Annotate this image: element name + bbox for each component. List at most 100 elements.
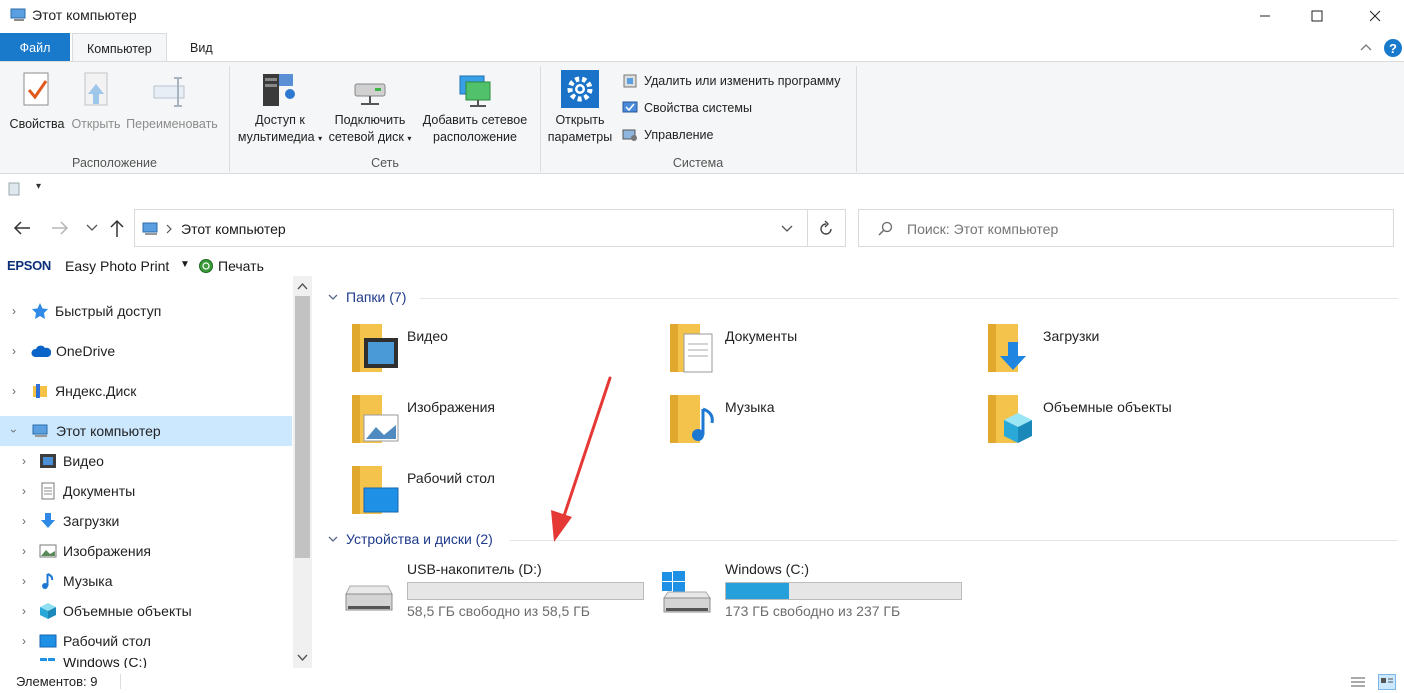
address-path[interactable]: Этот компьютер xyxy=(181,221,286,237)
expand-chevron-icon[interactable]: › xyxy=(17,514,31,528)
nav-label: Объемные объекты xyxy=(63,603,192,619)
help-icon[interactable]: ? xyxy=(1384,39,1402,57)
back-arrow-icon[interactable] xyxy=(12,220,32,236)
scroll-up-icon[interactable] xyxy=(297,282,308,290)
devices-header-label: Устройства и диски (2) xyxy=(346,531,493,547)
expand-chevron-icon[interactable]: › xyxy=(17,454,31,468)
expand-chevron-icon[interactable]: › xyxy=(17,634,31,648)
map-network-drive-button[interactable]: Подключить сетевой диск ▾ xyxy=(328,70,412,147)
easy-photo-print-dropdown-icon[interactable]: ▼ xyxy=(180,259,190,270)
maximize-button[interactable] xyxy=(1294,0,1340,31)
easy-photo-print-button[interactable]: Easy Photo Print xyxy=(65,258,169,274)
nav-child-downloads[interactable]: › Загрузки xyxy=(0,506,292,536)
search-box[interactable] xyxy=(858,209,1394,247)
nav-child-music[interactable]: › Музыка xyxy=(0,566,292,596)
forward-arrow-icon[interactable] xyxy=(50,220,70,236)
up-arrow-icon[interactable] xyxy=(108,218,126,238)
tab-file[interactable]: Файл xyxy=(0,33,70,62)
item-count: Элементов: 9 xyxy=(16,674,98,689)
add-network-location-button[interactable]: Добавить сетевое расположение xyxy=(416,70,534,146)
media-access-button[interactable]: Доступ к мультимедиа ▾ xyxy=(234,70,326,147)
search-input[interactable] xyxy=(907,219,1377,239)
expand-chevron-icon[interactable]: › xyxy=(17,544,31,558)
yandex-disk-folder-icon xyxy=(33,384,47,398)
ribbon-tabs: Файл Компьютер Вид ? xyxy=(0,33,1404,63)
documents-folder-icon xyxy=(670,324,713,373)
add-location-label-1: Добавить сетевое xyxy=(422,113,528,127)
pictures-folder-icon xyxy=(352,395,399,443)
expand-chevron-icon[interactable]: › xyxy=(7,344,21,358)
drive-tile-usb-d[interactable]: USB-накопитель (D:) 58,5 ГБ свободно из … xyxy=(342,558,652,622)
windows-drive-icon xyxy=(40,658,55,661)
section-collapse-icon[interactable] xyxy=(328,535,338,543)
nav-label: Windows (C:) xyxy=(63,658,148,668)
annotation-arrow xyxy=(551,376,612,542)
details-view-icon[interactable] xyxy=(1350,676,1366,688)
drive-free-space: 58,5 ГБ свободно из 58,5 ГБ xyxy=(407,603,590,619)
nav-yandex-disk[interactable]: › Яндекс.Диск xyxy=(0,376,292,406)
nav-child-video[interactable]: › Видео xyxy=(0,446,292,476)
nav-child-desktop[interactable]: › Рабочий стол xyxy=(0,626,292,656)
folders-section-header[interactable]: Папки (7) xyxy=(328,289,406,305)
dropdown-caret-icon: ▾ xyxy=(318,134,323,143)
downloads-folder-icon xyxy=(988,324,1026,372)
expand-chevron-icon[interactable]: › xyxy=(17,574,31,588)
settings-label-1: Открыть xyxy=(555,113,605,127)
print-button[interactable]: Печать xyxy=(218,258,264,274)
folder-tile-documents[interactable]: Документы xyxy=(668,320,968,378)
qat-customize-icon[interactable]: ▾ xyxy=(36,181,41,192)
manage-button[interactable]: Управление xyxy=(622,127,714,143)
rename-label: Переименовать xyxy=(126,117,218,131)
rename-button[interactable]: Переименовать xyxy=(124,70,220,133)
nav-child-3d-objects[interactable]: › Объемные объекты xyxy=(0,596,292,626)
properties-button[interactable]: Свойства xyxy=(8,70,66,133)
manage-icon xyxy=(622,129,637,141)
address-bar[interactable]: Этот компьютер xyxy=(134,209,846,247)
tiles-view-icon[interactable] xyxy=(1378,674,1396,690)
qat-properties-icon[interactable] xyxy=(8,182,20,196)
tab-view[interactable]: Вид xyxy=(176,33,227,62)
manage-label: Управление xyxy=(644,128,714,142)
expand-chevron-icon[interactable]: › xyxy=(7,384,21,398)
downloads-arrow-icon xyxy=(41,513,55,528)
drive-name: USB-накопитель (D:) xyxy=(407,561,542,577)
network-drive-icon xyxy=(354,83,386,105)
close-button[interactable] xyxy=(1352,0,1398,31)
collapse-ribbon-icon[interactable] xyxy=(1360,43,1372,51)
nav-this-pc[interactable]: › Этот компьютер xyxy=(0,416,292,446)
nav-child-windows-c[interactable]: Windows (C:) xyxy=(0,658,292,668)
folder-tile-downloads[interactable]: Загрузки xyxy=(986,320,1286,378)
folder-tile-music[interactable]: Музыка xyxy=(668,391,968,449)
folders-header-label: Папки (7) xyxy=(346,289,407,305)
open-button[interactable]: Открыть xyxy=(68,70,124,133)
nav-onedrive[interactable]: › OneDrive xyxy=(0,336,292,366)
folder-tile-3d-objects[interactable]: Объемные объекты xyxy=(986,391,1286,449)
scroll-down-icon[interactable] xyxy=(297,654,308,662)
3d-cube-icon xyxy=(40,603,56,619)
tab-computer[interactable]: Компьютер xyxy=(72,33,167,63)
devices-section-header[interactable]: Устройства и диски (2) xyxy=(328,531,493,547)
nav-child-documents[interactable]: › Документы xyxy=(0,476,292,506)
system-properties-button[interactable]: Свойства системы xyxy=(622,100,752,116)
minimize-button[interactable] xyxy=(1242,0,1288,31)
nav-scrollbar[interactable] xyxy=(293,276,312,668)
expand-chevron-icon[interactable]: › xyxy=(17,604,31,618)
map-label-1: Подключить xyxy=(334,113,406,127)
open-settings-button[interactable]: Открыть параметры xyxy=(544,70,616,146)
drive-tile-windows-c[interactable]: Windows (C:) 173 ГБ свободно из 237 ГБ xyxy=(660,558,970,622)
breadcrumb-chevron-icon[interactable] xyxy=(165,224,173,234)
drive-usage-bar xyxy=(407,582,644,600)
nav-child-pictures[interactable]: › Изображения xyxy=(0,536,292,566)
section-collapse-icon[interactable] xyxy=(328,293,338,301)
collapse-chevron-icon[interactable]: › xyxy=(7,424,21,438)
address-dropdown-icon[interactable] xyxy=(781,224,793,234)
recent-locations-icon[interactable] xyxy=(86,223,98,233)
refresh-icon[interactable] xyxy=(817,220,835,238)
scroll-thumb[interactable] xyxy=(295,296,310,558)
uninstall-program-button[interactable]: Удалить или изменить программу xyxy=(622,73,841,89)
folder-label: Документы xyxy=(725,328,798,344)
music-note-icon xyxy=(42,573,54,589)
expand-chevron-icon[interactable]: › xyxy=(17,484,31,498)
expand-chevron-icon[interactable]: › xyxy=(7,304,21,318)
nav-quick-access[interactable]: › Быстрый доступ xyxy=(0,296,292,326)
